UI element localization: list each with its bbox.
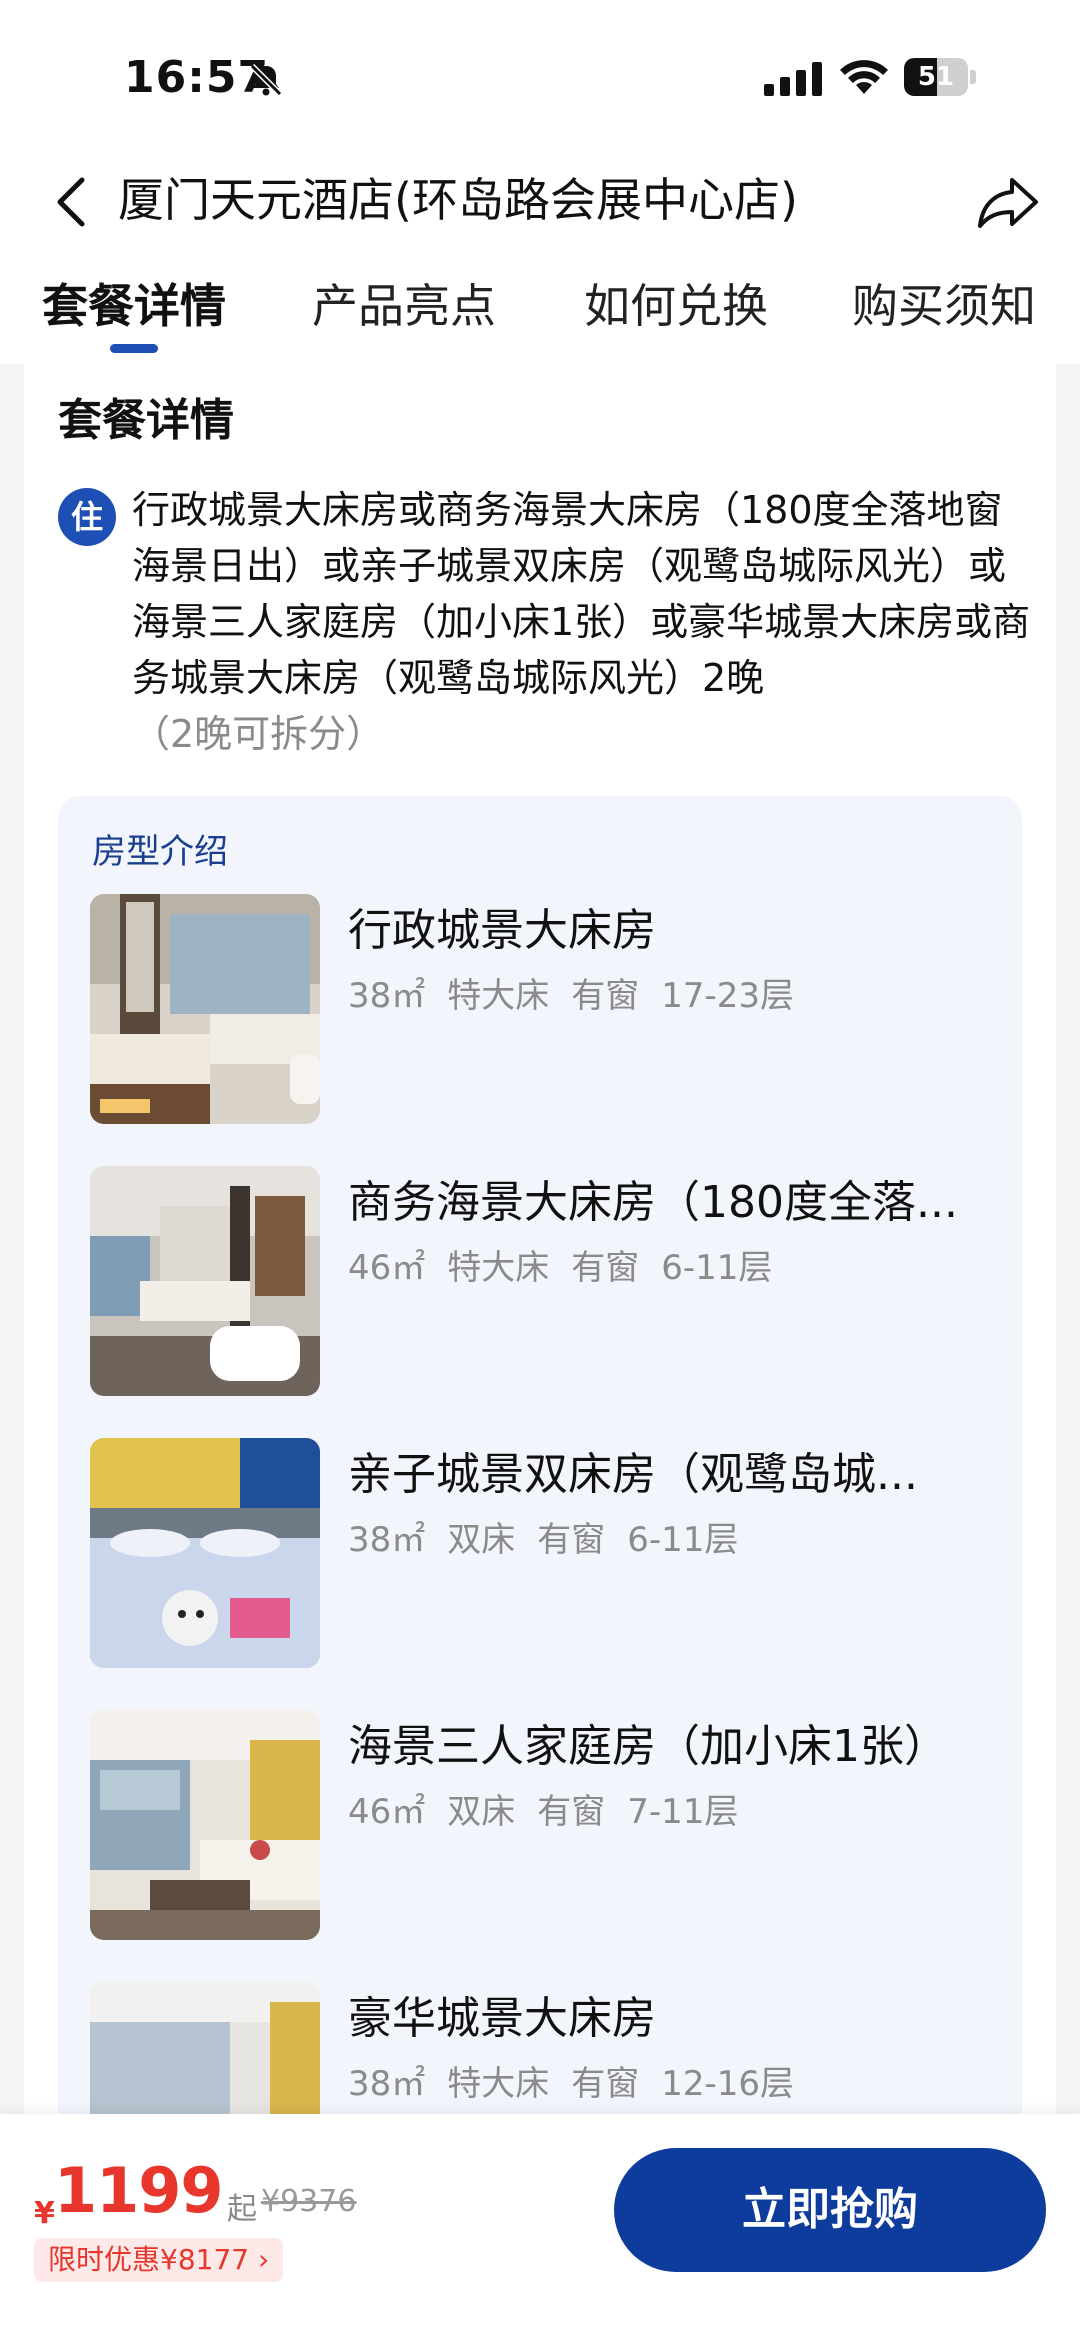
- room-meta: 38㎡ 特大床 有窗 12-16层: [348, 2060, 816, 2108]
- room-meta: 46㎡ 特大床 有窗 6-11层: [348, 1244, 794, 1292]
- room-floor: 12-16层: [661, 2064, 795, 2104]
- room-name: 豪华城景大床房: [348, 1993, 656, 2044]
- room-photo: [90, 1166, 320, 1396]
- room-floor: 17-23层: [661, 976, 795, 1016]
- battery-icon: 51: [904, 58, 976, 96]
- room-window: 有窗: [537, 1792, 606, 1832]
- room-meta: 38㎡ 双床 有窗 6-11层: [348, 1516, 760, 1564]
- bell-muted-icon: [249, 63, 283, 97]
- room-item[interactable]: 商务海景大床房（180度全落... 46㎡ 特大床 有窗 6-11层: [90, 1166, 990, 1396]
- room-area: 46㎡: [348, 1792, 426, 1832]
- wifi-icon: [840, 60, 888, 94]
- room-meta: 46㎡ 双床 有窗 7-11层: [348, 1788, 760, 1836]
- package-description: 行政城景大床房或商务海景大床房（180度全落地窗海景日出）或亲子城景双床房（观鹭…: [132, 488, 1031, 700]
- room-bed: 双床: [447, 1792, 516, 1832]
- active-tab-indicator: [110, 344, 158, 353]
- room-name: 海景三人家庭房（加小床1张）: [348, 1721, 948, 1772]
- room-name: 行政城景大床房: [348, 905, 656, 956]
- price-value: 1199: [54, 2154, 224, 2227]
- battery-level: 51: [917, 62, 955, 92]
- room-panel-title: 房型介绍: [92, 832, 228, 872]
- status-bar: 16:57 51: [0, 0, 1080, 150]
- room-types-panel: 房型介绍 行政城景大床房 38㎡ 特大床 有窗 17-23层 商务海景大床房（1…: [58, 796, 1022, 2212]
- room-name: 亲子城景双床房（观鹭岛城...: [348, 1449, 918, 1500]
- chevron-left-icon[interactable]: [50, 172, 94, 232]
- original-price: ¥9376: [261, 2184, 357, 2219]
- tab-package-details[interactable]: 套餐详情: [42, 266, 226, 346]
- room-item[interactable]: 海景三人家庭房（加小床1张） 46㎡ 双床 有窗 7-11层: [90, 1710, 990, 1940]
- room-window: 有窗: [571, 976, 640, 1016]
- app-screen: 16:57 51 厦门天元酒店(环岛路会展中心店) 套餐详情 产品亮点 如何兑换…: [0, 0, 1080, 2346]
- price-suffix: 起: [227, 2192, 257, 2227]
- room-floor: 7-11层: [627, 1792, 739, 1832]
- room-bed: 双床: [447, 1520, 516, 1560]
- page-title: 厦门天元酒店(环岛路会展中心店): [118, 173, 798, 227]
- package-card: 套餐详情 住 行政城景大床房或商务海景大床房（180度全落地窗海景日出）或亲子城…: [24, 364, 1056, 2212]
- bottom-purchase-bar: ¥ 1199 起 ¥9376 限时优惠¥8177 › 立即抢购: [0, 2114, 1080, 2346]
- room-item[interactable]: 行政城景大床房 38㎡ 特大床 有窗 17-23层: [90, 894, 990, 1124]
- room-name: 商务海景大床房（180度全落...: [348, 1177, 958, 1228]
- room-area: 38㎡: [348, 1520, 426, 1560]
- room-area: 38㎡: [348, 2064, 426, 2104]
- room-bed: 特大床: [447, 1248, 550, 1288]
- package-note: （2晚可拆分）: [132, 712, 385, 756]
- share-icon[interactable]: [976, 172, 1040, 232]
- room-window: 有窗: [537, 1520, 606, 1560]
- price-currency: ¥: [34, 2196, 55, 2231]
- buy-now-button[interactable]: 立即抢购: [614, 2148, 1046, 2272]
- room-meta: 38㎡ 特大床 有窗 17-23层: [348, 972, 816, 1020]
- section-title: 套餐详情: [58, 395, 234, 446]
- discount-tag[interactable]: 限时优惠¥8177 ›: [34, 2238, 284, 2282]
- room-item[interactable]: 亲子城景双床房（观鹭岛城... 38㎡ 双床 有窗 6-11层: [90, 1438, 990, 1668]
- header: 厦门天元酒店(环岛路会展中心店): [0, 150, 1080, 260]
- room-area: 38㎡: [348, 976, 426, 1016]
- room-window: 有窗: [571, 2064, 640, 2104]
- room-window: 有窗: [571, 1248, 640, 1288]
- room-bed: 特大床: [447, 2064, 550, 2104]
- room-bed: 特大床: [447, 976, 550, 1016]
- tab-purchase-notes[interactable]: 购买须知: [852, 266, 1036, 346]
- room-floor: 6-11层: [627, 1520, 739, 1560]
- signal-icon: [764, 62, 822, 96]
- tab-product-highlights[interactable]: 产品亮点: [312, 266, 496, 346]
- tab-how-to-redeem[interactable]: 如何兑换: [584, 266, 768, 346]
- room-photo: [90, 1710, 320, 1940]
- room-floor: 6-11层: [661, 1248, 773, 1288]
- room-photo: [90, 1438, 320, 1668]
- room-photo: [90, 894, 320, 1124]
- tab-bar: 套餐详情 产品亮点 如何兑换 购买须知: [0, 260, 1080, 364]
- stay-badge: 住: [58, 488, 116, 546]
- room-area: 46㎡: [348, 1248, 426, 1288]
